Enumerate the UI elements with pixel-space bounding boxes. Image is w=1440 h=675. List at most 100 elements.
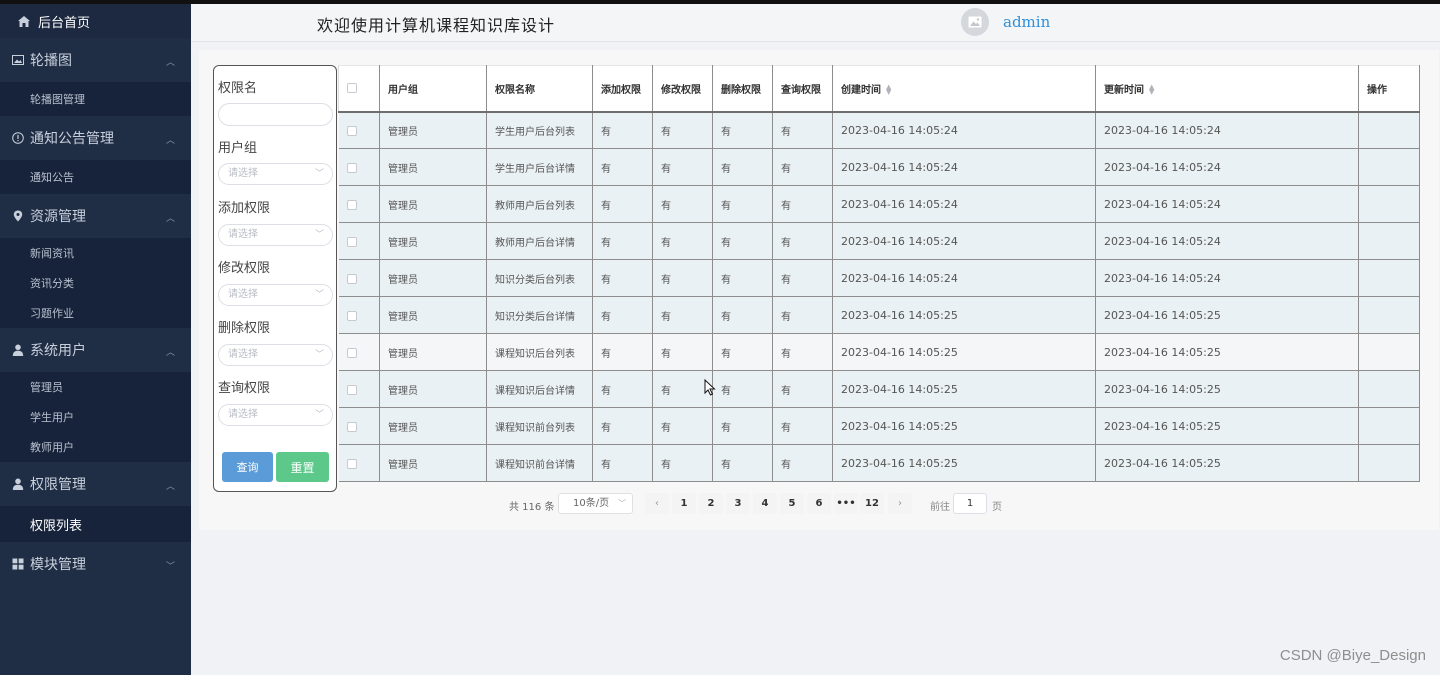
page-size-select[interactable]: 10条/页 ﹀: [558, 493, 633, 514]
sidebar-item-news[interactable]: 新闻资讯: [0, 238, 191, 268]
search-button[interactable]: 查询: [222, 452, 273, 482]
table-row[interactable]: 管理员 学生用户后台列表有有有有 2023-04-16 14:05:24 2023-0…: [338, 111, 1420, 149]
chevron-down-icon: ﹀: [314, 290, 324, 300]
row-select-cell[interactable]: [338, 185, 380, 223]
user-group-select[interactable]: 请选择 ﹀: [218, 163, 333, 185]
table-cell: 有: [592, 148, 653, 186]
perm-name-input[interactable]: [218, 103, 333, 126]
sort-icon[interactable]: ▲ ▼: [1149, 83, 1154, 95]
row-checkbox[interactable]: [346, 458, 357, 469]
table-row[interactable]: 管理员 学生用户后台详情有有有有 2023-04-16 14:05:24 2023-0…: [338, 148, 1420, 186]
chevron-left-icon: ‹: [655, 498, 659, 509]
sidebar-item-homework[interactable]: 习题作业: [0, 298, 191, 328]
page-button[interactable]: 3: [726, 493, 750, 514]
row-checkbox[interactable]: [346, 199, 357, 210]
chevron-up-icon: ︿: [165, 482, 175, 492]
sidebar-item-notice[interactable]: 通知公告: [0, 160, 191, 194]
column-header: 删除权限: [712, 65, 773, 113]
page-button[interactable]: 4: [753, 493, 777, 514]
next-page-button[interactable]: ›: [888, 493, 912, 514]
sidebar-item-label: 新闻资讯: [30, 247, 74, 260]
table-cell: 2023-04-16 14:05:25: [1095, 333, 1359, 371]
username[interactable]: admin: [1003, 13, 1050, 31]
table-cell: 有: [652, 444, 713, 482]
page-button[interactable]: 5: [780, 493, 804, 514]
row-select-cell[interactable]: [338, 296, 380, 334]
sidebar-item-students[interactable]: 学生用户: [0, 402, 191, 432]
row-select-cell[interactable]: [338, 111, 380, 149]
sort-icon[interactable]: ▲ ▼: [886, 83, 891, 95]
table-cell: 有: [712, 370, 773, 408]
column-header-label: 创建时间: [841, 84, 881, 96]
reset-button[interactable]: 重置: [276, 452, 329, 482]
sidebar-group-label: 通知公告管理: [30, 131, 114, 147]
delete-perm-select[interactable]: 请选择 ﹀: [218, 344, 333, 366]
table-cell: 2023-04-16 14:05:25: [1095, 444, 1359, 482]
row-checkbox[interactable]: [346, 125, 357, 136]
row-select-cell[interactable]: [338, 259, 380, 297]
page-ellipsis[interactable]: •••: [834, 493, 858, 514]
row-checkbox[interactable]: [346, 162, 357, 173]
sidebar-group-resources[interactable]: 资源管理 ︿: [0, 194, 191, 238]
row-checkbox[interactable]: [346, 236, 357, 247]
row-checkbox[interactable]: [346, 310, 357, 321]
edit-perm-select[interactable]: 请选择 ﹀: [218, 284, 333, 306]
table-row[interactable]: 管理员 课程知识后台详情有有有有 2023-04-16 14:05:25 2023-0…: [338, 370, 1420, 408]
sidebar-item-admins[interactable]: 管理员: [0, 372, 191, 402]
table-row[interactable]: 管理员 知识分类后台列表有有有有 2023-04-16 14:05:24 2023-0…: [338, 259, 1420, 297]
table-cell: 有: [772, 111, 833, 149]
table-row[interactable]: 管理员 教师用户后台详情有有有有 2023-04-16 14:05:24 2023-0…: [338, 222, 1420, 260]
table-row[interactable]: 管理员 知识分类后台详情有有有有 2023-04-16 14:05:25 2023-0…: [338, 296, 1420, 334]
select-placeholder: 请选择: [228, 349, 258, 360]
table-row[interactable]: 管理员 课程知识前台详情有有有有 2023-04-16 14:05:25 2023-0…: [338, 444, 1420, 482]
user-icon: [12, 344, 24, 356]
sidebar-group-notice[interactable]: 通知公告管理 ︿: [0, 116, 191, 160]
sidebar-group-carousel[interactable]: 轮播图 ︿: [0, 38, 191, 82]
watermark: CSDN @Biye_Design: [1279, 647, 1426, 664]
table-row[interactable]: 管理员 课程知识后台列表有有有有 2023-04-16 14:05:25 2023-0…: [338, 333, 1420, 371]
row-select-cell[interactable]: [338, 333, 380, 371]
add-perm-select[interactable]: 请选择 ﹀: [218, 224, 333, 246]
row-select-cell[interactable]: [338, 444, 380, 482]
table-row[interactable]: 管理员 教师用户后台列表有有有有 2023-04-16 14:05:24 2023-0…: [338, 185, 1420, 223]
row-checkbox[interactable]: [346, 273, 357, 284]
sidebar-group-label: 系统用户: [30, 343, 86, 359]
sidebar-item-teachers[interactable]: 教师用户: [0, 432, 191, 462]
prev-page-button[interactable]: ‹: [645, 493, 669, 514]
table-cell: 2023-04-16 14:05:25: [832, 370, 1096, 408]
table-row[interactable]: 管理员 课程知识前台列表有有有有 2023-04-16 14:05:25 2023-0…: [338, 407, 1420, 445]
column-header-sortable[interactable]: 创建时间 ▲ ▼: [832, 65, 1096, 113]
page-button[interactable]: 12: [860, 493, 884, 514]
row-select-cell[interactable]: [338, 148, 380, 186]
info-icon: [12, 132, 24, 144]
row-select-cell[interactable]: [338, 407, 380, 445]
row-select-cell[interactable]: [338, 370, 380, 408]
column-header-sortable[interactable]: 更新时间 ▲ ▼: [1095, 65, 1359, 113]
sidebar-group-modules[interactable]: 模块管理 ﹀: [0, 542, 191, 586]
table-cell: 有: [592, 222, 653, 260]
page-button[interactable]: 6: [807, 493, 831, 514]
row-checkbox[interactable]: [346, 421, 357, 432]
query-perm-select[interactable]: 请选择 ﹀: [218, 404, 333, 426]
row-select-cell[interactable]: [338, 222, 380, 260]
perm-name-label: 权限名: [218, 81, 258, 96]
chevron-up-icon: ︿: [165, 136, 175, 146]
page-button[interactable]: 2: [699, 493, 723, 514]
table-cell: 有: [652, 333, 713, 371]
image-icon: [968, 16, 982, 28]
select-all-cell[interactable]: [338, 65, 380, 113]
page-button[interactable]: 1: [672, 493, 696, 514]
table-cell: 2023-04-16 14:05:25: [832, 296, 1096, 334]
sidebar-item-carousel-manage[interactable]: 轮播图管理: [0, 82, 191, 116]
select-all-checkbox[interactable]: [347, 82, 357, 93]
row-checkbox[interactable]: [346, 347, 357, 358]
table-cell: 管理员: [379, 111, 487, 149]
row-checkbox[interactable]: [346, 384, 357, 395]
sidebar-home[interactable]: 后台首页: [0, 4, 191, 38]
avatar[interactable]: [961, 8, 989, 36]
sidebar-item-news-category[interactable]: 资讯分类: [0, 268, 191, 298]
row-actions-cell: [1358, 111, 1420, 149]
goto-page-input[interactable]: 1: [953, 493, 987, 514]
chevron-right-icon: ›: [898, 498, 902, 509]
sidebar-group-system-users[interactable]: 系统用户 ︿: [0, 328, 191, 372]
